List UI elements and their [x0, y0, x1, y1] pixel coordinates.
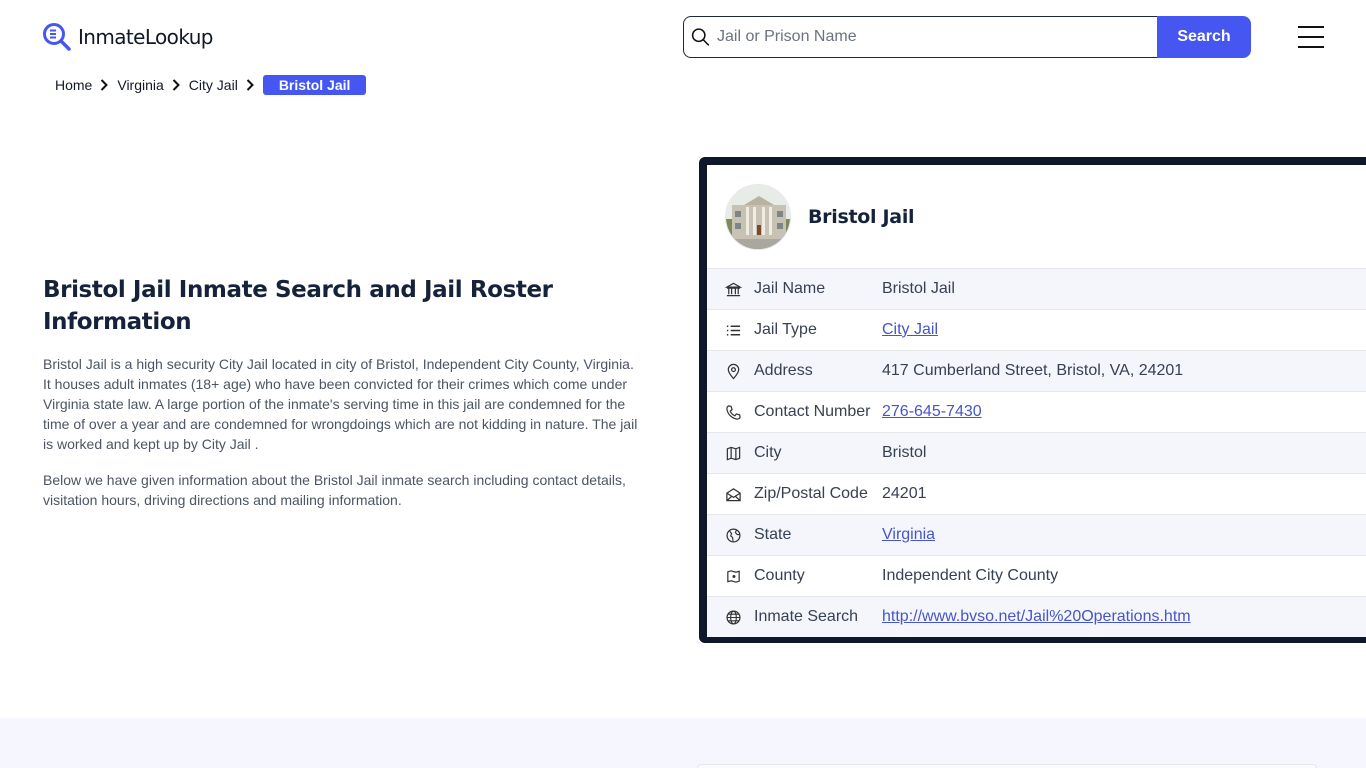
chevron-right-icon: [246, 79, 254, 91]
row-label: Jail Type: [754, 321, 882, 339]
map-pin-icon: [724, 362, 742, 380]
detail-row-county: County Independent City County: [707, 555, 1366, 596]
row-label: Address: [754, 362, 882, 380]
description-paragraph: Below we have given information about th…: [43, 470, 643, 510]
mail-open-icon: [724, 485, 742, 503]
row-label: County: [754, 567, 882, 585]
row-label: Zip/Postal Code: [754, 485, 882, 503]
description-paragraph: Bristol Jail is a high security City Jai…: [43, 354, 643, 454]
row-label: State: [754, 526, 882, 544]
globe-americas-icon: [724, 526, 742, 544]
row-value: Bristol: [882, 444, 926, 462]
next-section-card-edge: [697, 764, 1317, 768]
search-input[interactable]: [711, 28, 1157, 46]
detail-row-zip: Zip/Postal Code 24201: [707, 473, 1366, 514]
row-label: Contact Number: [754, 403, 882, 421]
row-value: 417 Cumberland Street, Bristol, VA, 2420…: [882, 362, 1183, 380]
phone-link[interactable]: 276-645-7430: [882, 403, 982, 420]
row-label: Inmate Search: [754, 608, 882, 626]
detail-row-jail-type: Jail Type City Jail: [707, 309, 1366, 350]
jail-description: Bristol Jail is a high security City Jai…: [43, 354, 643, 510]
inmate-search-link[interactable]: http://www.bvso.net/Jail%20Operations.ht…: [882, 608, 1191, 625]
detail-row-city: City Bristol: [707, 432, 1366, 473]
detail-row-jail-name: Jail Name Bristol Jail: [707, 268, 1366, 309]
row-label: City: [754, 444, 882, 462]
map-marker-square-icon: [724, 567, 742, 585]
search-icon: [690, 26, 711, 48]
jail-details-table: Jail Name Bristol Jail Jail Type City Ja…: [707, 268, 1366, 637]
row-value: 24201: [882, 485, 927, 503]
row-label: Jail Name: [754, 280, 882, 298]
detail-row-address: Address 417 Cumberland Street, Bristol, …: [707, 350, 1366, 391]
detail-row-contact-number: Contact Number 276-645-7430: [707, 391, 1366, 432]
breadcrumb: Home Virginia City Jail Bristol Jail: [55, 75, 366, 95]
building-columns-icon: [724, 280, 742, 298]
globe-icon: [724, 608, 742, 626]
chevron-right-icon: [100, 79, 108, 91]
detail-row-inmate-search: Inmate Search http://www.bvso.net/Jail%2…: [707, 596, 1366, 637]
search-form: Search: [683, 16, 1251, 58]
logo-magnifier-icon: [42, 22, 72, 52]
breadcrumb-current: Bristol Jail: [263, 75, 367, 95]
breadcrumb-city-jail[interactable]: City Jail: [189, 77, 238, 93]
jail-info-card: Bristol Jail Jail Name Bristol Jail Jail…: [699, 157, 1366, 643]
hamburger-menu-icon[interactable]: [1298, 26, 1324, 48]
detail-row-state: State Virginia: [707, 514, 1366, 555]
search-button[interactable]: Search: [1157, 16, 1251, 58]
page-title: Bristol Jail Inmate Search and Jail Rost…: [43, 274, 563, 338]
site-logo[interactable]: InmateLookup: [42, 22, 213, 52]
card-header: Bristol Jail: [707, 165, 1366, 268]
card-title: Bristol Jail: [808, 206, 914, 228]
row-value: Bristol Jail: [882, 280, 955, 298]
state-link[interactable]: Virginia: [882, 526, 935, 543]
building-photo: [726, 185, 791, 250]
search-field[interactable]: [683, 16, 1157, 58]
row-value: Independent City County: [882, 567, 1058, 585]
map-icon: [724, 444, 742, 462]
phone-icon: [724, 403, 742, 421]
breadcrumb-virginia[interactable]: Virginia: [117, 77, 163, 93]
breadcrumb-home[interactable]: Home: [55, 77, 92, 93]
jail-photo-avatar: [725, 184, 791, 250]
logo-text: InmateLookup: [78, 25, 213, 49]
jail-type-link[interactable]: City Jail: [882, 321, 938, 338]
list-icon: [724, 321, 742, 339]
chevron-right-icon: [172, 79, 180, 91]
next-section-background: [0, 718, 1366, 768]
